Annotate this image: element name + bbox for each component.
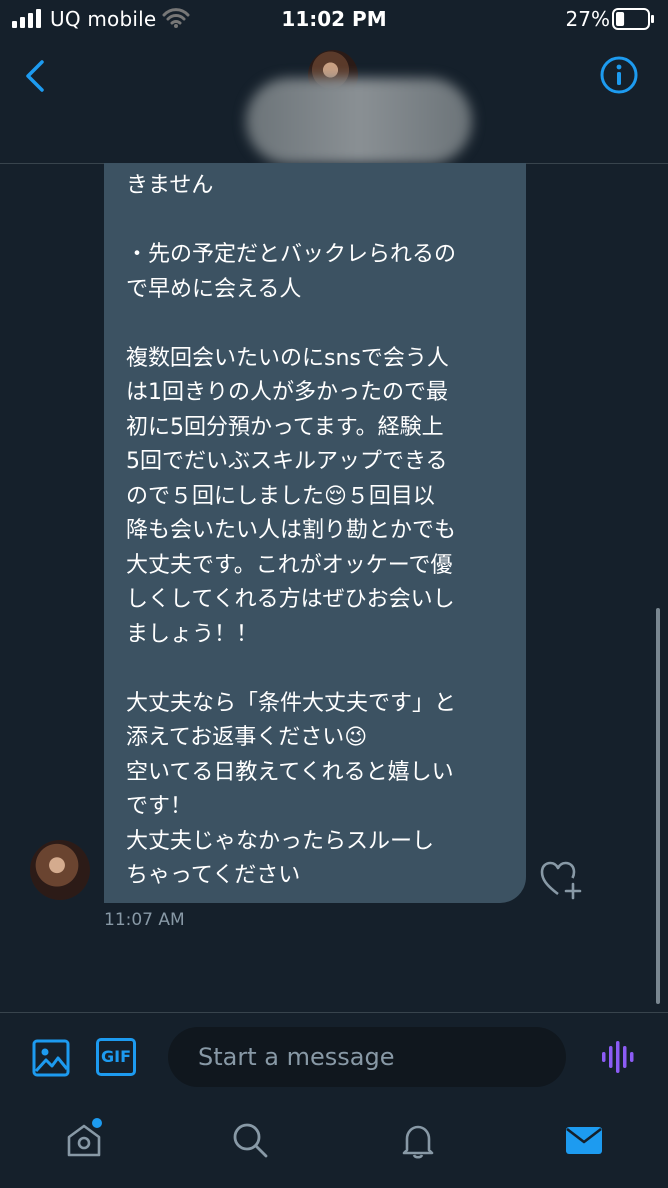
search-icon[interactable] (230, 1120, 270, 1160)
message-line: 大丈夫じゃなかったらスルーし (126, 828, 435, 854)
message-timestamp: 11:07 AM (104, 910, 185, 930)
message-input[interactable]: Start a message (168, 1027, 566, 1087)
message-bubble[interactable]: きません・先の予定だとバックレられるの で早めに会える人複数回会いたいのにsnsで… (104, 163, 526, 903)
message-line: しくしてくれる方はぜひお会いし (126, 587, 455, 612)
home-notification-dot (92, 1118, 102, 1128)
info-icon[interactable] (600, 56, 638, 94)
battery-icon (612, 8, 654, 30)
bottom-tab-bar (0, 1104, 668, 1188)
message-input-placeholder: Start a message (198, 1043, 395, 1071)
message-line (126, 307, 508, 342)
message-line: ので５回にしました😌５回目以 (126, 483, 435, 509)
message-line: です！ (126, 794, 193, 819)
message-line: きません (126, 173, 214, 198)
battery-percent: 27% (565, 7, 610, 31)
gif-icon[interactable]: GIF (96, 1038, 136, 1076)
back-chevron-icon[interactable] (20, 56, 52, 96)
message-line: は1回きりの人が多かったので最 (126, 380, 448, 405)
scrollbar[interactable] (656, 608, 660, 1004)
sender-avatar[interactable] (30, 840, 90, 900)
message-line: 5回でだいぶスキルアップできる (126, 449, 448, 474)
message-line: ましょう！！ (126, 621, 259, 647)
message-line: ・先の予定だとバックレられるの (126, 242, 457, 267)
message-line: 初に5回分預かってます。経験上 (126, 414, 444, 440)
message-line (126, 204, 508, 239)
notifications-icon[interactable] (398, 1120, 438, 1160)
message-line: ちゃってください (126, 863, 301, 888)
voice-icon[interactable] (600, 1039, 636, 1075)
image-icon[interactable] (32, 1039, 70, 1077)
composer-bar: GIF Start a message (0, 1012, 668, 1105)
message-line (126, 652, 508, 687)
message-line: 大丈夫なら「条件大丈夫です」と (126, 690, 457, 716)
message-line: で早めに会える人 (126, 276, 302, 302)
message-line: 添えてお返事ください😉 (126, 725, 368, 750)
messages-icon[interactable] (564, 1120, 604, 1160)
like-heart-icon[interactable] (540, 860, 582, 900)
message-line: 複数回会いたいのにsnsで会う人 (126, 345, 449, 371)
status-bar: UQ mobile 11:02 PM 27% (0, 0, 668, 36)
blurred-username (246, 78, 472, 164)
conversation-header (0, 36, 668, 164)
message-line: 降も会いたい人は割り勘とかでも (126, 518, 457, 543)
message-line: 大丈夫です。これがオッケーで優 (126, 552, 453, 578)
message-line: 空いてる日教えてくれると嬉しい (126, 759, 454, 785)
